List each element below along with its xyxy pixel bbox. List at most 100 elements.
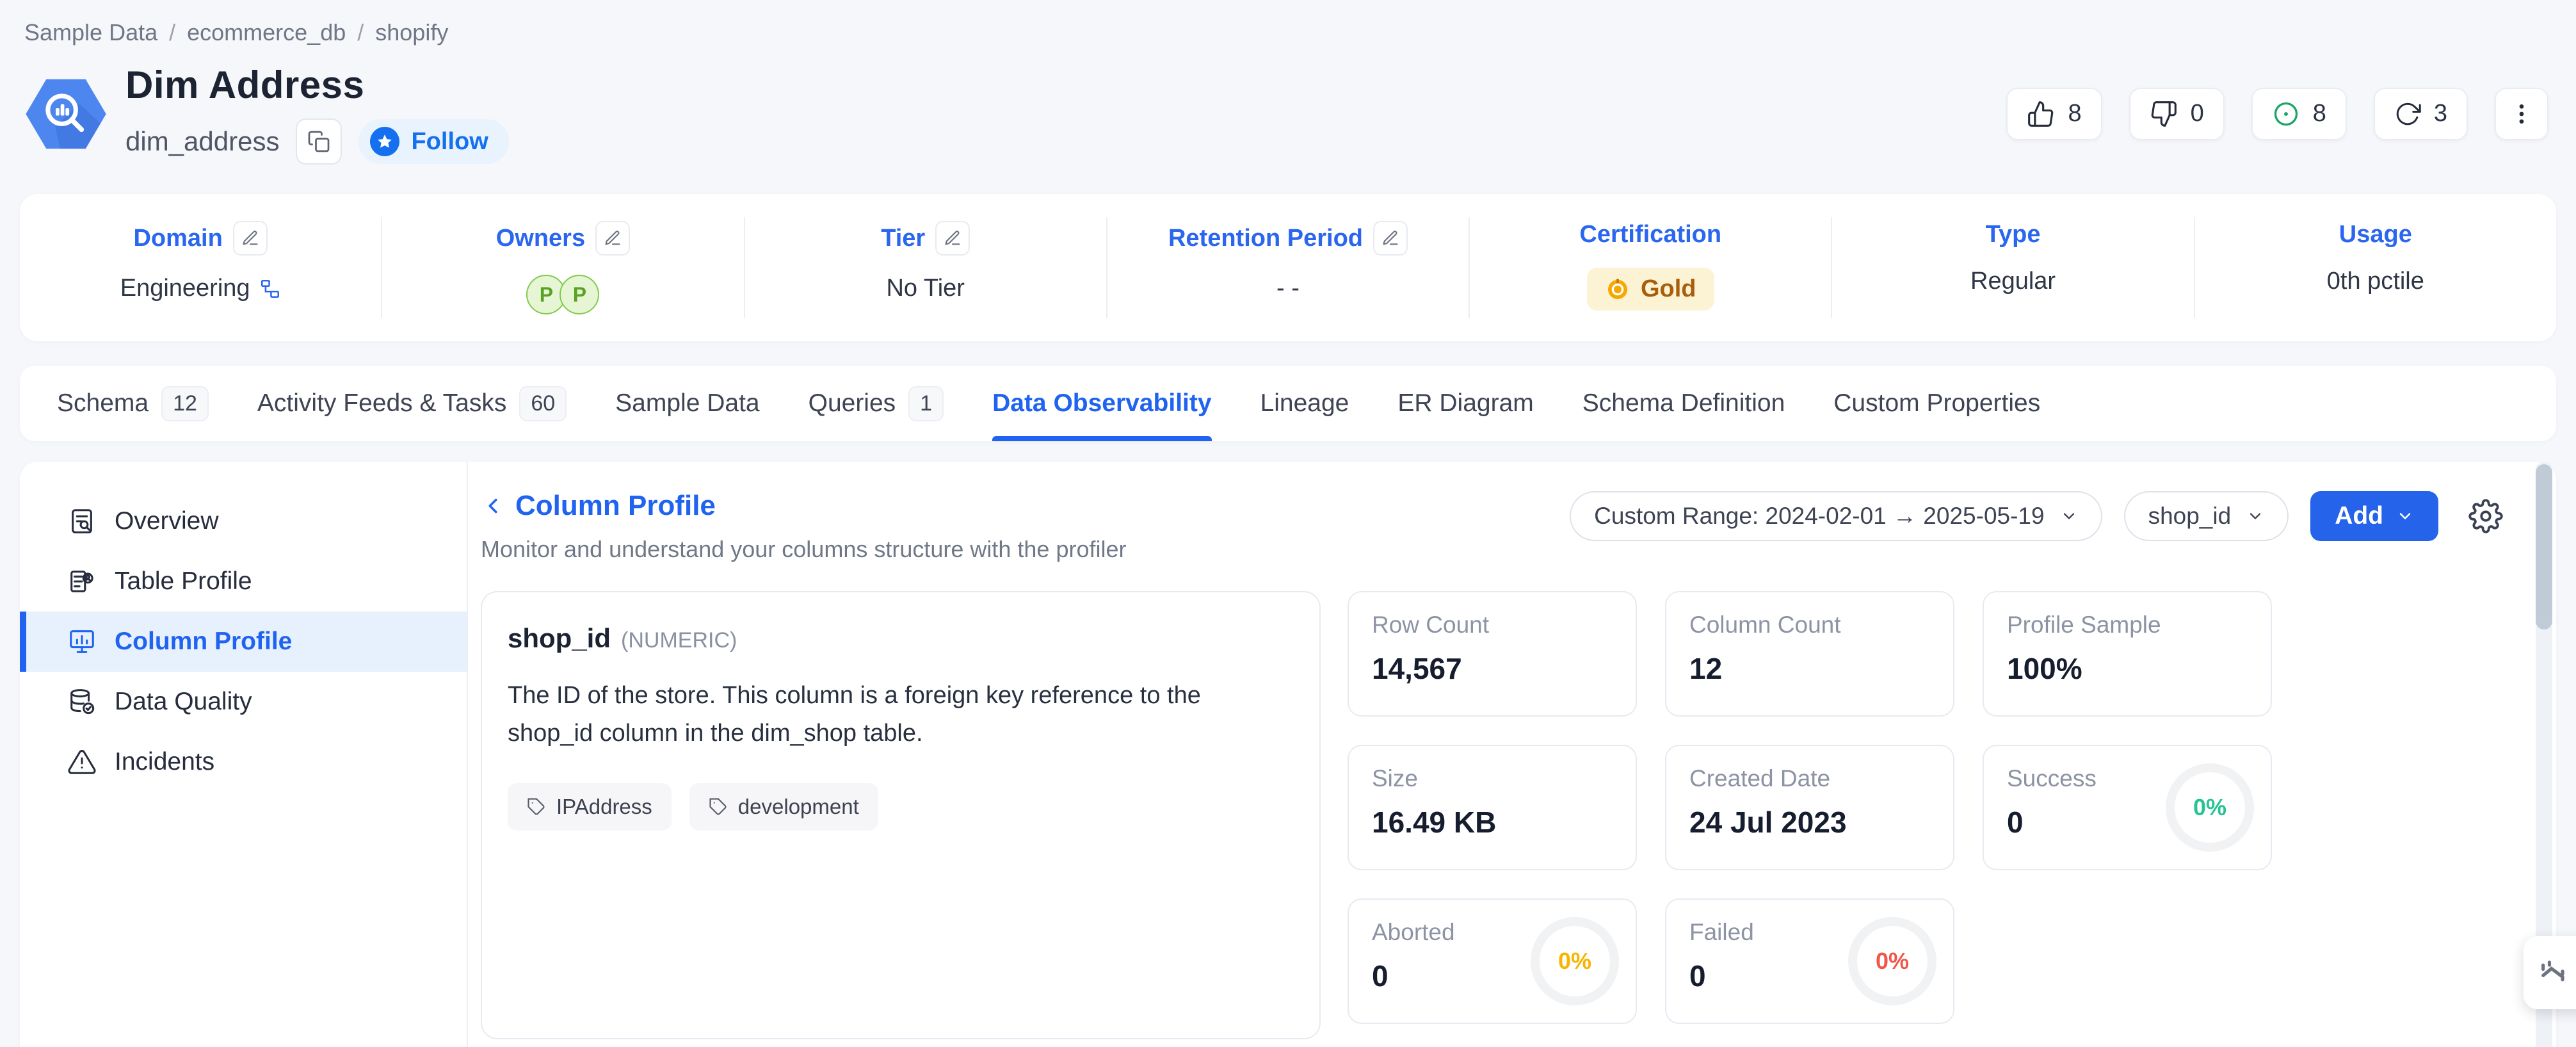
stat-label: Profile Sample — [2007, 612, 2248, 638]
breadcrumb-item[interactable]: ecommerce_db — [187, 19, 346, 46]
certification-badge: Gold — [1587, 268, 1714, 311]
chevron-down-icon — [2246, 507, 2264, 525]
domain-label: Domain — [133, 225, 222, 252]
column-profile-icon — [67, 627, 97, 656]
entity-subtitle-row: dim_address Follow — [125, 118, 509, 165]
page-title: Dim Address — [125, 63, 509, 107]
entity-tabs: Schema 12 Activity Feeds & Tasks 60 Samp… — [20, 366, 2556, 441]
column-profile-header: Column Profile Monitor and understand yo… — [481, 490, 2511, 563]
tag-label: IPAddress — [556, 795, 652, 819]
domain-value[interactable]: Engineering — [120, 275, 250, 302]
tag-development[interactable]: development — [689, 783, 878, 831]
column-select-value: shop_id — [2148, 503, 2232, 530]
tab-lineage[interactable]: Lineage — [1260, 366, 1349, 441]
versions-button[interactable]: 3 — [2374, 88, 2468, 140]
tab-activity-feeds[interactable]: Activity Feeds & Tasks 60 — [257, 366, 567, 441]
breadcrumb-item[interactable]: shopify — [375, 19, 448, 46]
tab-schema-definition[interactable]: Schema Definition — [1582, 366, 1785, 441]
column-profile-body: shop_id (NUMERIC) The ID of the store. T… — [481, 591, 2511, 1039]
tab-label: Queries — [809, 389, 896, 418]
copy-button[interactable] — [296, 118, 342, 165]
copy-icon — [307, 130, 330, 153]
type-value: Regular — [1970, 268, 2056, 295]
date-range-select[interactable]: Custom Range: 2024-02-01 → 2025-05-19 — [1570, 491, 2102, 541]
tab-sample-data[interactable]: Sample Data — [615, 366, 759, 441]
metadata-domain: Domain Engineering — [20, 217, 381, 318]
breadcrumb: Sample Data / ecommerce_db / shopify — [24, 19, 2548, 46]
stat-card-row-count: Row Count 14,567 — [1348, 591, 1637, 717]
stat-card-failed: Failed 0 0% — [1665, 898, 1954, 1024]
tag-ipaddress[interactable]: IPAddress — [508, 783, 672, 831]
column-profile-main: Column Profile Monitor and understand yo… — [468, 462, 2556, 1047]
back-chevron-icon[interactable] — [481, 494, 505, 518]
title-block: Dim Address dim_address Follow — [125, 63, 509, 165]
scrollbar-thumb[interactable] — [2536, 464, 2552, 629]
tab-data-observability[interactable]: Data Observability — [992, 366, 1211, 441]
tab-queries[interactable]: Queries 1 — [809, 366, 944, 441]
column-description: The ID of the store. This column is a fo… — [508, 677, 1276, 752]
edit-retention-button[interactable] — [1373, 221, 1408, 256]
refresh-icon — [2394, 101, 2421, 127]
tab-custom-properties[interactable]: Custom Properties — [1833, 366, 2040, 441]
stat-value: 100% — [2007, 651, 2248, 686]
circle-dot-icon — [2272, 100, 2300, 128]
tab-label: Lineage — [1260, 389, 1349, 418]
chevron-down-icon — [2060, 507, 2078, 525]
column-profile-title[interactable]: Column Profile — [515, 490, 716, 522]
watch-count: 8 — [2313, 100, 2326, 127]
aborted-percent-ring: 0% — [1531, 917, 1619, 1005]
tab-er-diagram[interactable]: ER Diagram — [1397, 366, 1533, 441]
column-tags: IPAddress development — [508, 783, 1294, 831]
avatar[interactable]: P — [559, 275, 599, 314]
version-count: 3 — [2434, 100, 2447, 127]
type-label: Type — [1986, 221, 2041, 248]
downvote-button[interactable]: 0 — [2129, 88, 2225, 140]
stat-label: Column Count — [1689, 612, 1930, 638]
edit-tier-button[interactable] — [935, 221, 970, 256]
add-button-label: Add — [2335, 502, 2383, 530]
pencil-icon — [1381, 229, 1399, 247]
retention-value: - - — [1276, 275, 1300, 302]
follow-button[interactable]: Follow — [358, 119, 508, 164]
column-select[interactable]: shop_id — [2124, 491, 2289, 541]
edit-domain-button[interactable] — [233, 221, 268, 256]
breadcrumb-item[interactable]: Sample Data — [24, 19, 157, 46]
column-name: shop_id — [508, 623, 611, 654]
failed-percent: 0% — [1876, 948, 1909, 975]
tab-schema[interactable]: Schema 12 — [57, 366, 209, 441]
tag-icon — [709, 797, 728, 816]
topbar: Sample Data / ecommerce_db / shopify — [0, 0, 2576, 46]
column-description-card: shop_id (NUMERIC) The ID of the store. T… — [481, 591, 1321, 1039]
sidebar-item-table-profile[interactable]: Table Profile — [20, 551, 467, 612]
sidebar-item-label: Overview — [115, 507, 219, 535]
floating-widget-button[interactable] — [2524, 936, 2576, 1009]
sidebar-item-incidents[interactable]: Incidents — [20, 732, 467, 792]
certification-value: Gold — [1641, 275, 1696, 303]
sidebar-item-overview[interactable]: Overview — [20, 491, 467, 551]
stat-card-size: Size 16.49 KB — [1348, 745, 1637, 870]
watch-button[interactable]: 8 — [2251, 88, 2347, 140]
table-profile-icon — [67, 567, 97, 596]
column-data-type: (NUMERIC) — [621, 628, 737, 653]
more-options-button[interactable] — [2495, 88, 2548, 140]
metadata-owners: Owners P P — [381, 217, 743, 318]
sidebar-item-column-profile[interactable]: Column Profile — [20, 612, 467, 672]
retention-label: Retention Period — [1168, 225, 1363, 252]
stat-card-aborted: Aborted 0 0% — [1348, 898, 1637, 1024]
tab-label: Schema — [57, 389, 149, 418]
failed-percent-ring: 0% — [1848, 917, 1936, 1005]
sidebar-item-label: Table Profile — [115, 567, 252, 596]
settings-button[interactable] — [2460, 491, 2511, 541]
domain-hierarchy-icon — [259, 278, 281, 300]
thumbs-up-icon — [2027, 100, 2055, 128]
sidebar-item-data-quality[interactable]: Data Quality — [20, 672, 467, 732]
success-percent-ring: 0% — [2166, 763, 2254, 852]
edit-owners-button[interactable] — [595, 221, 630, 256]
tab-label: Data Observability — [992, 389, 1211, 418]
upvote-button[interactable]: 8 — [2006, 88, 2102, 140]
kebab-menu-icon — [2509, 101, 2534, 127]
tab-count-badge: 12 — [161, 386, 209, 421]
sidebar-item-label: Data Quality — [115, 688, 252, 716]
breadcrumb-separator: / — [169, 19, 175, 46]
add-button[interactable]: Add — [2310, 491, 2438, 541]
